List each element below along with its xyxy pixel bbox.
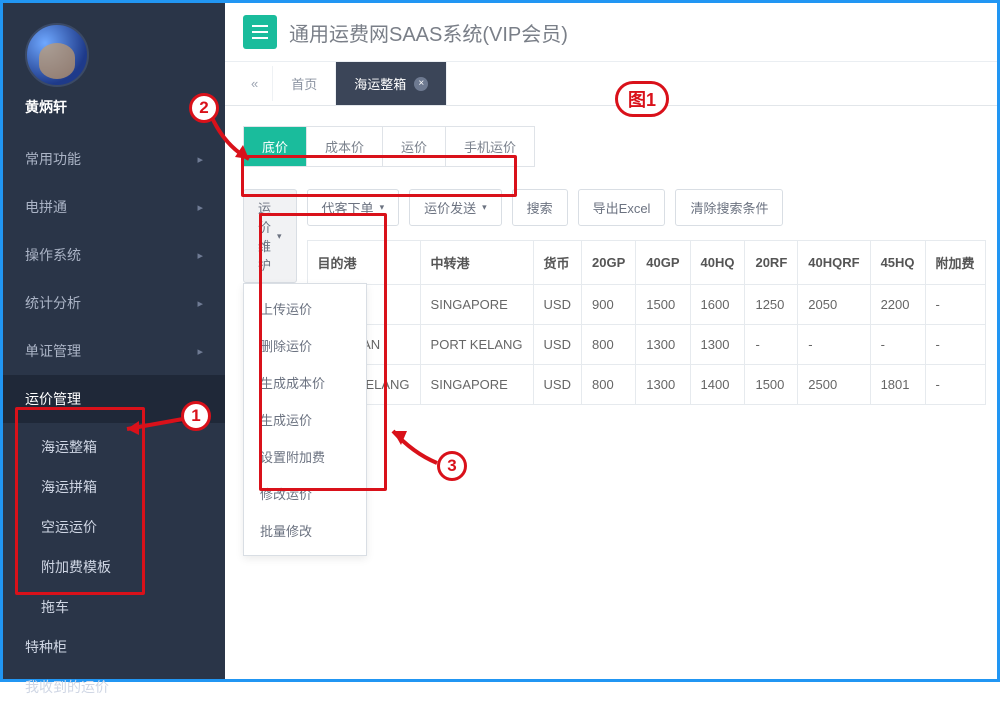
page-title: 通用运费网SAAS系统(VIP会员) — [289, 18, 568, 47]
sidebar-item-label: 操作系统 — [25, 245, 81, 265]
subnav-fcl[interactable]: 海运整箱 — [3, 427, 225, 467]
rates-table: 目的港 中转港 货币 20GP 40GP 40HQ 20RF 40HQRF 45… — [307, 240, 986, 405]
th-20rf[interactable]: 20RF — [745, 241, 798, 285]
th-20gp[interactable]: 20GP — [582, 241, 636, 285]
sidebar-item-label: 电拼通 — [25, 197, 67, 217]
topbar: 通用运费网SAAS系统(VIP会员) — [225, 3, 997, 62]
sidebar-item-label: 单证管理 — [25, 341, 81, 361]
sidebar-item-label: 常用功能 — [25, 149, 81, 169]
mi-surcharge[interactable]: 设置附加费 — [244, 438, 366, 475]
sidebar-item-label: 运价管理 — [25, 389, 81, 409]
subtab-base[interactable]: 底价 — [244, 127, 307, 166]
chevron-right-icon: ▸ — [197, 297, 203, 310]
export-button[interactable]: 导出Excel — [578, 189, 666, 226]
username: 黄炳轩 — [25, 97, 67, 117]
subnav-received[interactable]: 我收到的运价 — [3, 667, 225, 707]
caret-down-icon: ▾ — [482, 202, 487, 213]
tabs-row: « 首页 海运整箱 × — [225, 62, 997, 106]
th-40hq[interactable]: 40HQ — [690, 241, 745, 285]
subnav-truck[interactable]: 拖车 — [3, 587, 225, 627]
tab-home[interactable]: 首页 — [273, 62, 336, 105]
content: 底价 成本价 运价 手机运价 运价维护 ▾ 上传运价 删除运价 生成成本价 生成… — [225, 106, 997, 405]
th-dest[interactable]: 目的港 — [307, 241, 420, 285]
mi-upload[interactable]: 上传运价 — [244, 290, 366, 327]
sidebar-item-epin[interactable]: 电拼通 ▸ — [3, 183, 225, 231]
subnav-lcl[interactable]: 海运拼箱 — [3, 467, 225, 507]
maintain-dropdown: 运价维护 ▾ 上传运价 删除运价 生成成本价 生成运价 设置附加费 修改运价 批… — [243, 189, 297, 283]
price-type-tabs: 底价 成本价 运价 手机运价 — [243, 126, 535, 167]
th-via[interactable]: 中转港 — [420, 241, 533, 285]
subnav-air[interactable]: 空运运价 — [3, 507, 225, 547]
maintain-button[interactable]: 运价维护 ▾ — [243, 189, 297, 283]
th-40gp[interactable]: 40GP — [636, 241, 690, 285]
double-chevron-left-icon: « — [251, 76, 258, 91]
profile: 黄炳轩 — [3, 11, 225, 135]
sidebar-item-ops[interactable]: 操作系统 ▸ — [3, 231, 225, 279]
avatar[interactable] — [25, 23, 89, 87]
mi-gen-rate[interactable]: 生成运价 — [244, 401, 366, 438]
sidebar-nav: 常用功能 ▸ 电拼通 ▸ 操作系统 ▸ 统计分析 ▸ 单证管理 ▸ 运价管理 — [3, 135, 225, 423]
caret-down-icon: ▾ — [277, 231, 282, 242]
table-row[interactable]: PORT KELANG SINGAPORE USD 800 1300 1400 … — [307, 365, 985, 405]
menu-toggle-button[interactable] — [243, 15, 277, 49]
th-40hqrf[interactable]: 40HQRF — [798, 241, 870, 285]
send-button[interactable]: 运价发送 ▾ — [409, 189, 502, 226]
chevron-right-icon: ▸ — [197, 345, 203, 358]
toolbar-right: 代客下单 ▾ 运价发送 ▾ 搜索 导出Excel 清除搜索条件 — [307, 189, 986, 405]
sidebar-item-docs[interactable]: 单证管理 ▸ — [3, 327, 225, 375]
subnav-surcharge[interactable]: 附加费模板 — [3, 547, 225, 587]
sidebar-subnav: 海运整箱 海运拼箱 空运运价 附加费模板 拖车 特种柜 我收到的运价 — [3, 423, 225, 717]
sidebar-item-rates[interactable]: 运价管理 — [3, 375, 225, 423]
subtab-cost[interactable]: 成本价 — [307, 127, 383, 166]
th-45hq[interactable]: 45HQ — [870, 241, 925, 285]
th-cur[interactable]: 货币 — [533, 241, 581, 285]
chevron-right-icon: ▸ — [197, 201, 203, 214]
main: 通用运费网SAAS系统(VIP会员) « 首页 海运整箱 × 底价 成本价 运价… — [225, 3, 997, 679]
mi-delete[interactable]: 删除运价 — [244, 327, 366, 364]
table-row[interactable]: DUBAI SINGAPORE USD 900 1500 1600 1250 2… — [307, 285, 985, 325]
mi-gen-cost[interactable]: 生成成本价 — [244, 364, 366, 401]
subnav-special[interactable]: 特种柜 — [3, 627, 225, 667]
caret-down-icon: ▾ — [380, 202, 385, 213]
subtab-mobile[interactable]: 手机运价 — [446, 127, 534, 166]
toolbar: 运价维护 ▾ 上传运价 删除运价 生成成本价 生成运价 设置附加费 修改运价 批… — [243, 189, 979, 405]
mi-edit[interactable]: 修改运价 — [244, 475, 366, 512]
th-surcharge[interactable]: 附加费 — [925, 241, 985, 285]
table-row[interactable]: BELAWAN PORT KELANG USD 800 1300 1300 - … — [307, 325, 985, 365]
search-button[interactable]: 搜索 — [512, 189, 568, 226]
sidebar-item-stats[interactable]: 统计分析 ▸ — [3, 279, 225, 327]
sidebar-item-label: 统计分析 — [25, 293, 81, 313]
clear-button[interactable]: 清除搜索条件 — [675, 189, 783, 226]
maintain-menu: 上传运价 删除运价 生成成本价 生成运价 设置附加费 修改运价 批量修改 — [243, 283, 367, 556]
tab-ocean-fcl[interactable]: 海运整箱 × — [336, 62, 447, 105]
close-icon[interactable]: × — [414, 77, 428, 91]
tab-back-button[interactable]: « — [237, 66, 273, 101]
mi-batch[interactable]: 批量修改 — [244, 512, 366, 549]
table-header-row: 目的港 中转港 货币 20GP 40GP 40HQ 20RF 40HQRF 45… — [307, 241, 985, 285]
subtab-rate[interactable]: 运价 — [383, 127, 446, 166]
sidebar: 黄炳轩 常用功能 ▸ 电拼通 ▸ 操作系统 ▸ 统计分析 ▸ 单证管理 ▸ — [3, 3, 225, 679]
chevron-right-icon: ▸ — [197, 153, 203, 166]
order-button[interactable]: 代客下单 ▾ — [307, 189, 400, 226]
sidebar-item-common[interactable]: 常用功能 ▸ — [3, 135, 225, 183]
chevron-right-icon: ▸ — [197, 249, 203, 262]
